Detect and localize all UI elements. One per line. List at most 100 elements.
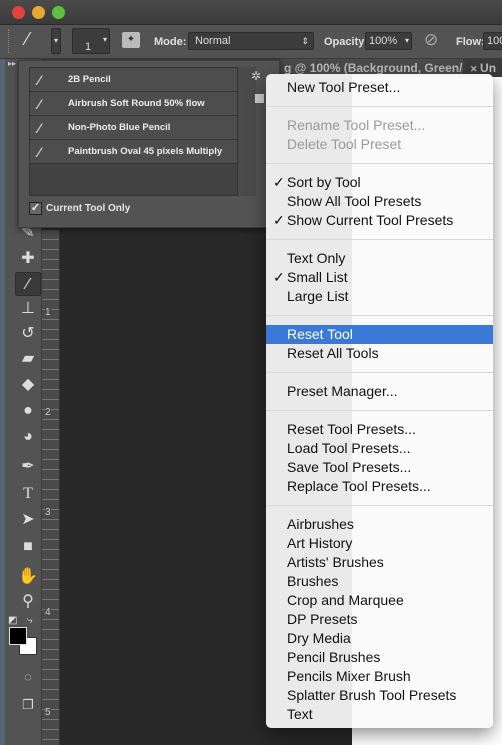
history-brush-tool-icon[interactable]: ↺ xyxy=(15,322,41,346)
menu-item-reset-all-tools[interactable]: Reset All Tools xyxy=(266,344,493,363)
hand-tool-icon[interactable]: ✋ xyxy=(15,565,41,589)
tab-label: g @ 100% (Background, Green/8) * xyxy=(284,61,463,75)
tool-presets-menu: New Tool Preset... Rename Tool Preset... D… xyxy=(266,74,493,728)
type-tool-icon[interactable]: T xyxy=(15,482,41,506)
menu-item-splatter-brush-tool-presets[interactable]: Splatter Brush Tool Presets xyxy=(266,686,493,705)
menu-item-small-list[interactable]: ✓ Small List xyxy=(266,268,493,287)
menu-item-label: Show Current Tool Presets xyxy=(287,212,454,228)
brush-size-picker[interactable]: 1 ▾ xyxy=(72,28,110,54)
opacity-field[interactable]: 100% ▾ xyxy=(365,32,412,50)
brush-preset-icon[interactable]: ⁄ xyxy=(26,29,29,50)
rectangle-tool-icon[interactable]: ■ xyxy=(15,535,41,559)
menu-item-label: Sort by Tool xyxy=(287,174,361,190)
options-bar: ⁄ ▾ 1 ▾ ✦ Mode: Normal ⇕ Opacity: 100% ▾… xyxy=(0,25,502,59)
preset-item[interactable]: ⁄ Non-Photo Blue Pencil xyxy=(30,116,237,140)
preset-item[interactable]: ⁄ Paintbrush Oval 45 pixels Multiply xyxy=(30,140,237,164)
menu-separator xyxy=(266,230,493,249)
new-preset-icon[interactable] xyxy=(255,94,264,103)
menu-item-replace-tool-presets[interactable]: Replace Tool Presets... xyxy=(266,477,493,496)
menu-item-text[interactable]: Text xyxy=(266,705,493,724)
menu-item-pencils-mixer-brush[interactable]: Pencils Mixer Brush xyxy=(266,667,493,686)
menu-separator xyxy=(266,97,493,116)
menu-item-label: Load Tool Presets... xyxy=(287,440,411,456)
default-colors-icon[interactable]: ◩ xyxy=(8,615,17,626)
ruler-label: 1 xyxy=(45,307,51,318)
menu-item-label: Splatter Brush Tool Presets xyxy=(287,687,457,703)
menu-item-artists-brushes[interactable]: Artists' Brushes xyxy=(266,553,493,572)
swap-colors-icon[interactable]: ⤷ xyxy=(27,615,33,626)
collapse-panel-icon[interactable]: ▸▸ xyxy=(8,59,16,68)
current-tool-only-checkbox[interactable]: ✓ Current Tool Only xyxy=(29,202,130,215)
tool-preset-picker-dropdown[interactable]: ▾ xyxy=(51,28,61,54)
menu-item-label: Delete Tool Preset xyxy=(287,136,402,152)
menu-item-preset-manager[interactable]: Preset Manager... xyxy=(266,382,493,401)
close-tab-icon[interactable]: ✕ xyxy=(470,64,480,74)
healing-brush-tool-icon[interactable]: ✚ xyxy=(15,247,41,271)
mode-select[interactable]: Normal ⇕ xyxy=(188,32,314,50)
checkmark-icon[interactable]: ✓ xyxy=(29,202,42,215)
gear-icon[interactable]: ✲ xyxy=(251,69,261,83)
zoom-tool-icon[interactable]: ⚲ xyxy=(15,590,41,614)
menu-item-sort-by-tool[interactable]: ✓ Sort by Tool xyxy=(266,173,493,192)
opacity-value: 100% xyxy=(369,35,398,47)
path-selection-tool-icon[interactable]: ➤ xyxy=(15,508,41,532)
ruler-label: 2 xyxy=(45,407,51,418)
menu-item-text-only[interactable]: Text Only xyxy=(266,249,493,268)
preset-label: Non-Photo Blue Pencil xyxy=(68,122,171,133)
brush-tool-icon[interactable]: ⁄ xyxy=(15,272,41,296)
eraser-tool-icon[interactable]: ▰ xyxy=(15,347,41,371)
menu-item-delete-tool-preset: Delete Tool Preset xyxy=(266,135,493,154)
chevron-down-icon: ▾ xyxy=(102,35,107,44)
dodge-tool-icon[interactable]: ◕ xyxy=(15,425,41,449)
clone-stamp-tool-icon[interactable]: ⊥ xyxy=(15,297,41,321)
grip-handle[interactable] xyxy=(8,29,11,53)
menu-item-label: Artists' Brushes xyxy=(287,554,384,570)
ruler-label: 4 xyxy=(45,607,51,618)
ruler-label: 3 xyxy=(45,507,51,518)
checkmark-icon: ✓ xyxy=(273,174,285,190)
preset-item[interactable]: ⁄ 2B Pencil xyxy=(30,68,237,92)
menu-item-reset-tool[interactable]: Reset Tool xyxy=(266,325,493,344)
foreground-color-swatch[interactable] xyxy=(9,627,27,645)
menu-item-dp-presets[interactable]: DP Presets xyxy=(266,610,493,629)
close-window-button[interactable] xyxy=(12,6,25,19)
quick-mask-icon[interactable]: ◌ xyxy=(15,665,41,689)
paint-bucket-tool-icon[interactable]: ◆ xyxy=(15,373,41,397)
mode-value: Normal xyxy=(195,35,231,47)
flow-label: Flow: xyxy=(456,36,485,48)
menu-item-label: DP Presets xyxy=(287,611,358,627)
preset-item[interactable]: ⁄ Airbrush Soft Round 50% flow xyxy=(30,92,237,116)
menu-item-reset-tool-presets[interactable]: Reset Tool Presets... xyxy=(266,420,493,439)
brush-icon: ⁄ xyxy=(38,72,41,88)
blur-tool-icon[interactable]: ● xyxy=(15,399,41,423)
minimize-window-button[interactable] xyxy=(32,6,45,19)
menu-item-show-all-tool-presets[interactable]: Show All Tool Presets xyxy=(266,192,493,211)
menu-item-art-history[interactable]: Art History xyxy=(266,534,493,553)
checkmark-icon: ✓ xyxy=(273,212,285,228)
preset-list-scrollbar[interactable] xyxy=(238,67,256,196)
menu-item-label: Save Tool Presets... xyxy=(287,459,412,475)
menu-item-show-current-tool-presets[interactable]: ✓ Show Current Tool Presets xyxy=(266,211,493,230)
menu-item-label: Reset All Tools xyxy=(287,345,379,361)
flow-field[interactable]: 100 xyxy=(483,32,502,50)
menu-item-label: Brushes xyxy=(287,573,339,589)
menu-item-brushes[interactable]: Brushes xyxy=(266,572,493,591)
menu-item-crop-and-marquee[interactable]: Crop and Marquee xyxy=(266,591,493,610)
zoom-window-button[interactable] xyxy=(52,6,65,19)
menu-item-load-tool-presets[interactable]: Load Tool Presets... xyxy=(266,439,493,458)
menu-item-save-tool-presets[interactable]: Save Tool Presets... xyxy=(266,458,493,477)
menu-item-new-tool-preset[interactable]: New Tool Preset... xyxy=(266,78,493,97)
pressure-opacity-icon[interactable]: ⊘ xyxy=(424,30,438,50)
preset-label: Paintbrush Oval 45 pixels Multiply xyxy=(68,146,223,157)
opacity-label: Opacity: xyxy=(324,36,369,48)
preset-label: 2B Pencil xyxy=(68,74,111,85)
menu-item-large-list[interactable]: Large List xyxy=(266,287,493,306)
menu-item-pencil-brushes[interactable]: Pencil Brushes xyxy=(266,648,493,667)
brush-panel-toggle-icon[interactable]: ✦ xyxy=(122,32,140,48)
menu-item-rename-tool-preset: Rename Tool Preset... xyxy=(266,116,493,135)
pen-tool-icon[interactable]: ✒ xyxy=(15,455,41,479)
chevron-down-icon[interactable]: ▾ xyxy=(405,33,409,49)
menu-item-airbrushes[interactable]: Airbrushes xyxy=(266,515,493,534)
screen-mode-icon[interactable]: ❐ xyxy=(15,693,41,717)
menu-item-dry-media[interactable]: Dry Media xyxy=(266,629,493,648)
